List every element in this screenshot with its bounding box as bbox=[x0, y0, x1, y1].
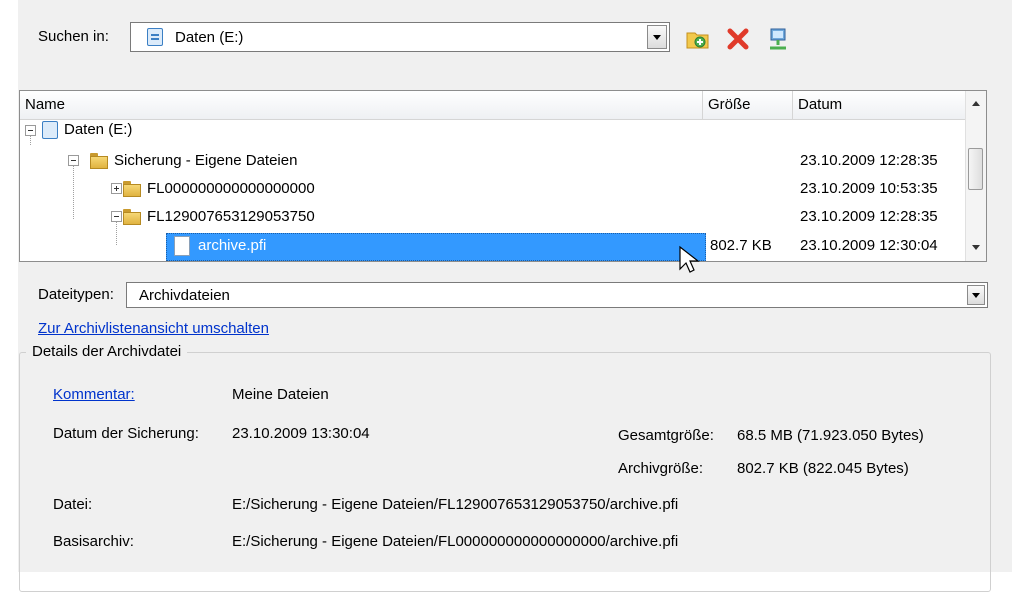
tree-row-file-selected[interactable]: archive.pfi 802.7 KB 23.10.2009 12:30:04 bbox=[20, 233, 968, 261]
tree-row-date: 23.10.2009 12:28:35 bbox=[800, 152, 938, 169]
archive-size-value: 802.7 KB (822.045 Bytes) bbox=[737, 460, 909, 477]
search-in-dropdown-button[interactable] bbox=[647, 25, 667, 49]
new-folder-icon[interactable] bbox=[686, 28, 710, 50]
scroll-up-icon[interactable] bbox=[972, 101, 980, 106]
tree-row-name: FL129007653129053750 bbox=[147, 208, 315, 225]
mouse-cursor-icon bbox=[679, 245, 700, 273]
collapse-icon[interactable] bbox=[68, 155, 79, 166]
backup-date-label: Datum der Sicherung: bbox=[53, 425, 199, 442]
collapse-icon[interactable] bbox=[111, 211, 122, 222]
file-path-value: E:/Sicherung - Eigene Dateien/FL12900765… bbox=[232, 496, 679, 513]
file-icon bbox=[174, 236, 190, 256]
drive-icon bbox=[147, 28, 163, 46]
search-in-combobox[interactable]: Daten (E:) bbox=[130, 22, 670, 52]
comment-value: Meine Dateien bbox=[232, 386, 329, 403]
tree-row-size: 802.7 KB bbox=[710, 237, 772, 254]
search-in-label: Suchen in: bbox=[38, 28, 109, 45]
folder-icon bbox=[90, 153, 108, 169]
list-header: Name Größe Datum bbox=[20, 91, 968, 120]
tree-row-folder[interactable]: Sicherung - Eigene Dateien 23.10.2009 12… bbox=[20, 148, 968, 176]
tree-row-date: 23.10.2009 12:28:35 bbox=[800, 208, 938, 225]
tree-row-name: Sicherung - Eigene Dateien bbox=[114, 152, 298, 169]
list-vertical-scrollbar[interactable] bbox=[965, 91, 986, 261]
tree-row-folder[interactable]: FL000000000000000000 23.10.2009 10:53:35 bbox=[20, 176, 968, 204]
total-size-label: Gesamtgröße: bbox=[618, 427, 714, 444]
filetypes-combobox[interactable]: Archivdateien bbox=[126, 282, 988, 308]
folder-icon bbox=[123, 181, 141, 197]
total-size-value: 68.5 MB (71.923.050 Bytes) bbox=[737, 427, 924, 444]
collapse-icon[interactable] bbox=[25, 125, 36, 136]
network-icon[interactable] bbox=[766, 28, 790, 50]
file-label: Datei: bbox=[53, 496, 93, 513]
scrollbar-thumb[interactable] bbox=[968, 148, 983, 190]
file-tree-list[interactable]: Name Größe Datum Daten (E:) Sicherung - … bbox=[19, 90, 987, 262]
tree-row-date: 23.10.2009 12:30:04 bbox=[800, 237, 938, 254]
expand-icon[interactable] bbox=[111, 183, 122, 194]
archive-size-label: Archivgröße: bbox=[618, 460, 704, 477]
base-archive-value: E:/Sicherung - Eigene Dateien/FL00000000… bbox=[232, 533, 679, 550]
drive-icon bbox=[42, 121, 58, 139]
comment-link[interactable]: Kommentar: bbox=[53, 386, 135, 403]
column-header-date[interactable]: Datum bbox=[793, 91, 968, 119]
filetypes-value: Archivdateien bbox=[139, 287, 230, 304]
column-header-size[interactable]: Größe bbox=[703, 91, 793, 119]
folder-icon bbox=[123, 209, 141, 225]
base-archive-label: Basisarchiv: bbox=[53, 533, 134, 550]
tree-row-date: 23.10.2009 10:53:35 bbox=[800, 180, 938, 197]
filetypes-label: Dateitypen: bbox=[38, 286, 114, 303]
delete-icon[interactable] bbox=[726, 28, 750, 50]
column-header-name[interactable]: Name bbox=[20, 91, 703, 119]
scroll-down-icon[interactable] bbox=[972, 245, 980, 250]
tree-row-folder[interactable]: FL129007653129053750 23.10.2009 12:28:35 bbox=[20, 204, 968, 232]
filetypes-dropdown-button[interactable] bbox=[967, 285, 985, 305]
details-group-title: Details der Archivdatei bbox=[26, 343, 188, 360]
tree-row-name: archive.pfi bbox=[198, 237, 267, 254]
tree-row-name: FL000000000000000000 bbox=[147, 180, 315, 197]
search-in-value: Daten (E:) bbox=[175, 29, 244, 46]
tree-row-drive[interactable]: Daten (E:) bbox=[20, 119, 968, 147]
tree-row-name: Daten (E:) bbox=[64, 121, 133, 138]
toggle-archive-list-link[interactable]: Zur Archivlistenansicht umschalten bbox=[38, 320, 269, 337]
backup-date-value: 23.10.2009 13:30:04 bbox=[232, 425, 370, 442]
